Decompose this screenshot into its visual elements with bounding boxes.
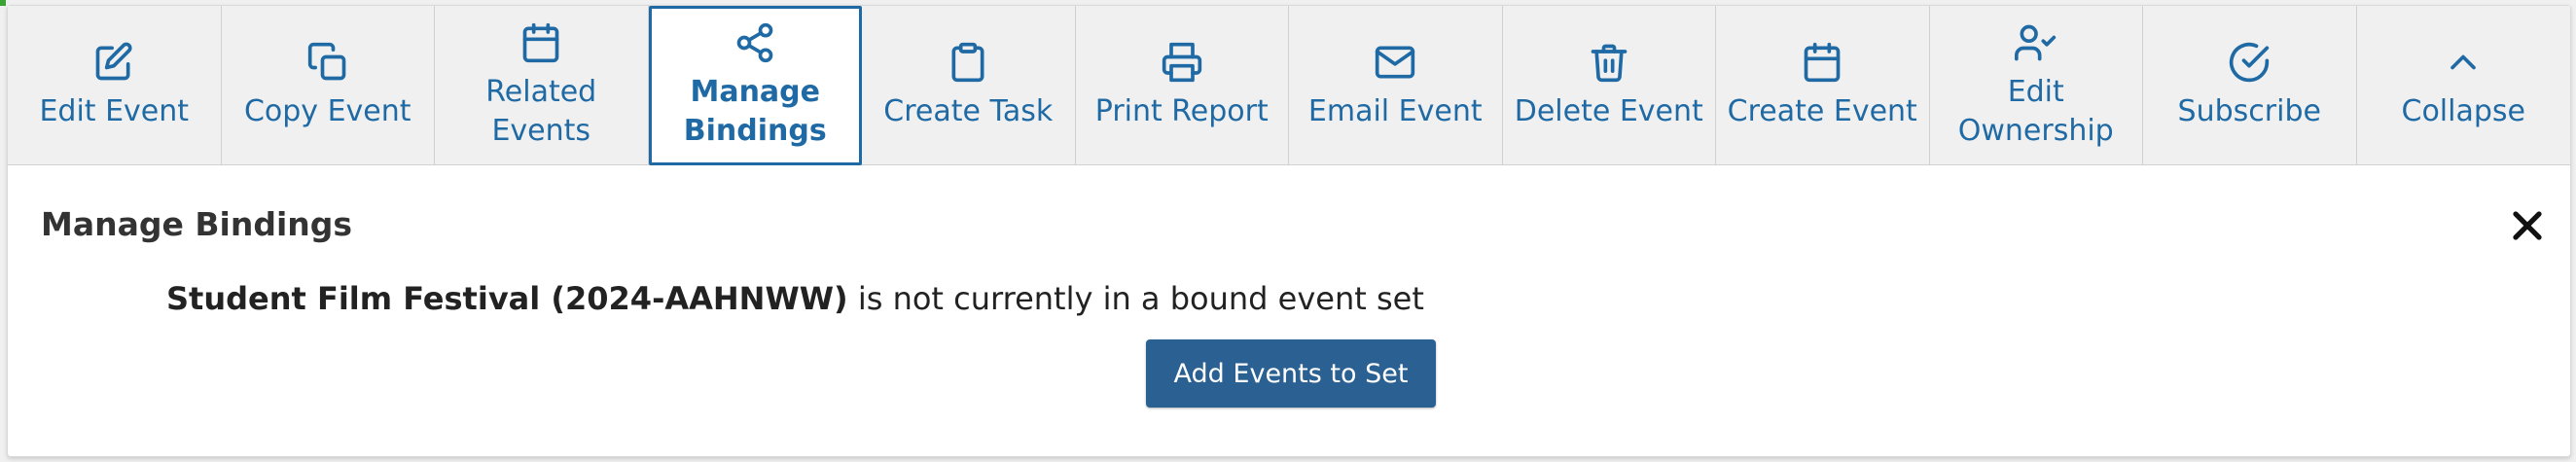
collapse-label: Collapse — [2401, 94, 2526, 128]
share-icon — [733, 20, 777, 65]
chevron-up-icon — [2441, 40, 2486, 85]
subscribe-button[interactable]: Subscribe — [2143, 6, 2357, 165]
copy-event-button[interactable]: Copy Event — [222, 6, 435, 165]
calendar-icon — [1800, 40, 1844, 85]
edit-event-label: Edit Event — [39, 94, 190, 128]
clipboard-icon — [946, 40, 990, 85]
create-event-label: Create Event — [1727, 94, 1917, 128]
copy-icon — [305, 40, 350, 85]
binding-status-message: Student Film Festival (2024-AAHNWW) is n… — [166, 280, 1424, 317]
related-events-button[interactable]: Related Events — [435, 6, 649, 165]
edit-ownership-button[interactable]: Edit Ownership — [1930, 6, 2143, 165]
binding-status-text: is not currently in a bound event set — [847, 280, 1424, 317]
create-task-button[interactable]: Create Task — [862, 6, 1076, 165]
delete-event-label: Delete Event — [1514, 94, 1703, 128]
edit-ownership-label: Edit Ownership — [1957, 75, 2114, 148]
trash-icon — [1587, 40, 1631, 85]
user-check-icon — [2014, 20, 2058, 65]
check-circle-icon — [2227, 40, 2272, 85]
print-report-label: Print Report — [1094, 94, 1269, 128]
collapse-button[interactable]: Collapse — [2357, 6, 2571, 165]
page: Edit Event Copy Event Related Events Man… — [0, 0, 2576, 462]
panel-title: Manage Bindings — [41, 205, 353, 243]
related-events-label: Related Events — [485, 75, 597, 148]
email-event-label: Email Event — [1307, 94, 1483, 128]
add-events-to-set-button[interactable]: Add Events to Set — [1146, 339, 1436, 408]
print-report-button[interactable]: Print Report — [1076, 6, 1289, 165]
event-toolbar: Edit Event Copy Event Related Events Man… — [8, 6, 2570, 165]
copy-event-label: Copy Event — [243, 94, 411, 128]
edit-icon — [91, 40, 136, 85]
calendar-icon — [519, 20, 563, 65]
event-card: Edit Event Copy Event Related Events Man… — [7, 5, 2571, 457]
delete-event-button[interactable]: Delete Event — [1503, 6, 1716, 165]
edit-event-button[interactable]: Edit Event — [8, 6, 222, 165]
email-event-button[interactable]: Email Event — [1289, 6, 1503, 165]
close-icon — [2513, 211, 2542, 240]
create-event-button[interactable]: Create Event — [1716, 6, 1930, 165]
corner-marker — [0, 0, 6, 6]
subscribe-label: Subscribe — [2177, 94, 2321, 128]
printer-icon — [1160, 40, 1204, 85]
create-task-label: Create Task — [883, 94, 1054, 128]
mail-icon — [1373, 40, 1417, 85]
manage-bindings-label: Manage Bindings — [683, 75, 827, 148]
manage-bindings-button[interactable]: Manage Bindings — [648, 6, 862, 165]
close-button[interactable] — [2506, 204, 2549, 247]
event-name: Student Film Festival (2024-AAHNWW) — [166, 280, 848, 317]
